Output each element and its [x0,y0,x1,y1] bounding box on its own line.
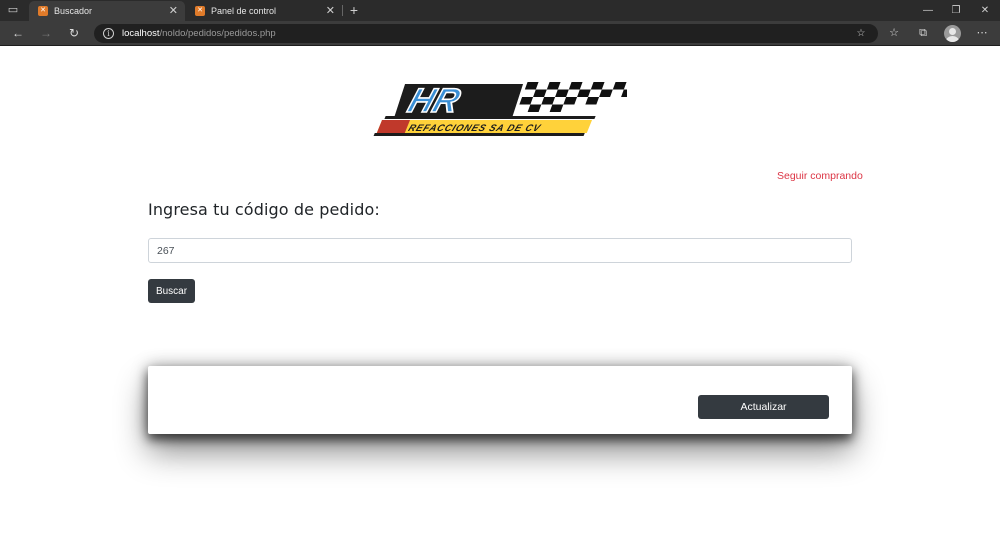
hr-refacciones-logo: HR REFACCIONES SA DE CV [373,81,627,136]
avatar[interactable] [944,25,961,42]
page-title: Ingresa tu código de pedido: [148,200,380,219]
buscar-button[interactable]: Buscar [148,279,195,303]
browser-tab-bar: ▭ ✕ Buscador ✕ ✕ Panel de control ✕ + — … [0,0,1000,21]
back-arrow-icon[interactable]: ← [9,25,27,42]
url-path: /noldo/pedidos/pedidos.php [159,28,276,39]
plus-icon[interactable]: + [347,2,361,18]
tab-panel-de-control[interactable]: ✕ Panel de control ✕ [186,1,342,21]
tab-divider [342,5,343,16]
order-result-card: Actualizar [148,366,852,434]
close-icon[interactable]: ✕ [326,1,335,21]
actualizar-button[interactable]: Actualizar [698,395,829,419]
close-window-icon[interactable]: ✕ [970,0,1000,21]
minimize-icon[interactable]: — [913,0,943,21]
refresh-icon[interactable]: ↻ [65,25,83,42]
xampp-favicon-icon: ✕ [38,6,48,16]
browser-toolbar: ← → ↻ i localhost/noldo/pedidos/pedidos.… [0,21,1000,46]
checkered-flag-icon [516,82,627,112]
more-icon[interactable]: ⋯ [973,25,991,42]
tab-actions-icon[interactable]: ▭ [4,3,22,18]
address-bar[interactable]: i localhost/noldo/pedidos/pedidos.php ☆ [94,24,878,43]
forward-arrow-icon[interactable]: → [37,25,55,42]
close-icon[interactable]: ✕ [169,1,178,21]
tab-title: Panel de control [211,6,277,16]
tab-title: Buscador [54,6,93,16]
restore-icon[interactable]: ❐ [941,0,971,21]
tab-buscador[interactable]: ✕ Buscador ✕ [29,1,185,21]
seguir-comprando-link[interactable]: Seguir comprando [777,170,863,182]
order-code-input[interactable] [148,238,852,263]
info-icon[interactable]: i [103,28,114,39]
xampp-favicon-icon: ✕ [195,6,205,16]
collections-icon[interactable]: ⧉ [914,25,932,42]
url-host: localhost [122,28,160,39]
star-plus-icon[interactable]: ☆ [854,27,868,40]
favorites-icon[interactable]: ☆ [885,25,903,42]
url-text[interactable]: localhost/noldo/pedidos/pedidos.php [122,24,276,43]
logo-subtitle: REFACCIONES SA DE CV [406,123,543,134]
